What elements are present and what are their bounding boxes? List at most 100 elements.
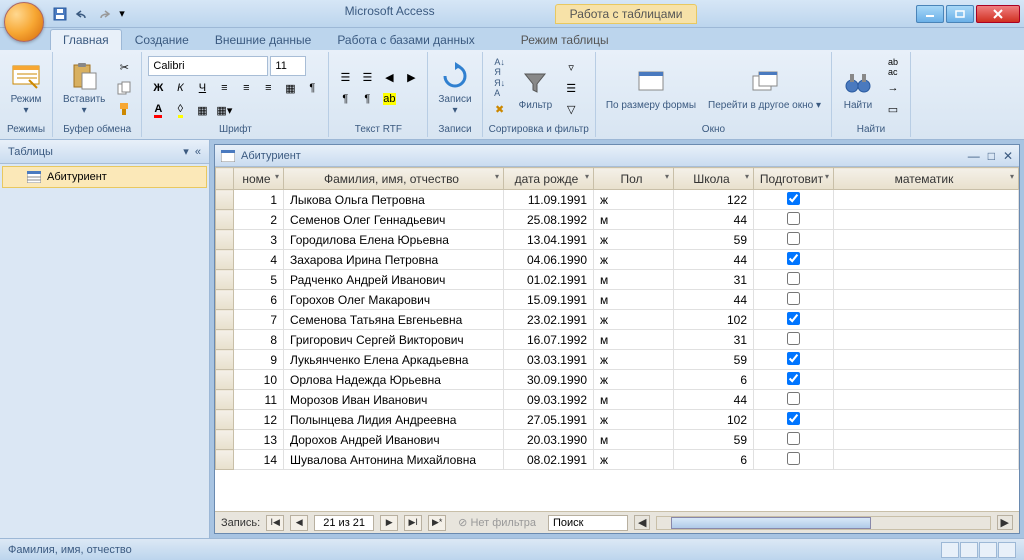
column-header[interactable]: Пол▾ — [594, 168, 674, 190]
table-row[interactable]: 14Шувалова Антонина Михайловна08.02.1991… — [216, 450, 1019, 470]
cell-school[interactable]: 122 — [674, 190, 754, 210]
datasheet-view-button[interactable] — [941, 542, 959, 558]
cell-school[interactable]: 102 — [674, 410, 754, 430]
align-left-icon[interactable]: ≡ — [214, 78, 234, 98]
prep-checkbox[interactable] — [787, 372, 800, 385]
sort-desc-icon[interactable]: Я↓А — [489, 78, 511, 98]
cell-id[interactable]: 2 — [234, 210, 284, 230]
selection-filter-icon[interactable]: ▿ — [560, 57, 582, 77]
font-name-select[interactable] — [148, 56, 268, 76]
cell-fio[interactable]: Городилова Елена Юрьевна — [284, 230, 504, 250]
search-input[interactable] — [548, 515, 628, 531]
row-selector[interactable] — [216, 410, 234, 430]
cell-prep[interactable] — [754, 370, 834, 390]
clear-sort-icon[interactable]: ✖ — [489, 99, 511, 119]
toggle-filter-icon[interactable]: ▽ — [560, 99, 582, 119]
prep-checkbox[interactable] — [787, 252, 800, 265]
table-row[interactable]: 5Радченко Андрей Иванович01.02.1991м31 — [216, 270, 1019, 290]
cell-prep[interactable] — [754, 190, 834, 210]
table-row[interactable]: 6Горохов Олег Макарович15.09.1991м44 — [216, 290, 1019, 310]
select-all-cell[interactable] — [216, 168, 234, 190]
nav-item-abiturient[interactable]: Абитуриент — [2, 166, 207, 188]
row-selector[interactable] — [216, 230, 234, 250]
align-right-icon[interactable]: ≡ — [258, 78, 278, 98]
numbering-icon[interactable]: ☰ — [357, 68, 377, 88]
sort-asc-icon[interactable]: А↓Я — [489, 57, 511, 77]
cell-dob[interactable]: 16.07.1992 — [504, 330, 594, 350]
cell-school[interactable]: 44 — [674, 210, 754, 230]
pivot-chart-view-button[interactable] — [979, 542, 997, 558]
prep-checkbox[interactable] — [787, 192, 800, 205]
cell-prep[interactable] — [754, 330, 834, 350]
gridlines-icon[interactable]: ▦ — [280, 78, 300, 98]
cell-prep[interactable] — [754, 430, 834, 450]
font-color-icon[interactable]: A — [148, 100, 168, 120]
cell-sex[interactable]: м — [594, 290, 674, 310]
indent-dec-icon[interactable]: ◀ — [379, 68, 399, 88]
cell-sex[interactable]: ж — [594, 370, 674, 390]
cell-fio[interactable]: Лыкова Ольга Петровна — [284, 190, 504, 210]
cell-dob[interactable]: 01.02.1991 — [504, 270, 594, 290]
cell-math[interactable] — [834, 250, 1019, 270]
row-selector[interactable] — [216, 430, 234, 450]
cell-id[interactable]: 13 — [234, 430, 284, 450]
redo-icon[interactable] — [94, 4, 114, 24]
prep-checkbox[interactable] — [787, 392, 800, 405]
cut-icon[interactable]: ✂ — [113, 57, 135, 77]
table-row[interactable]: 7Семенова Татьяна Евгеньевна23.02.1991ж1… — [216, 310, 1019, 330]
table-row[interactable]: 2Семенов Олег Геннадьевич25.08.1992м44 — [216, 210, 1019, 230]
cell-fio[interactable]: Полынцева Лидия Андреевна — [284, 410, 504, 430]
tab-datasheet[interactable]: Режим таблицы — [508, 29, 622, 50]
row-selector[interactable] — [216, 210, 234, 230]
cell-math[interactable] — [834, 210, 1019, 230]
table-row[interactable]: 13Дорохов Андрей Иванович20.03.1990м59 — [216, 430, 1019, 450]
cell-dob[interactable]: 27.05.1991 — [504, 410, 594, 430]
close-button[interactable] — [976, 5, 1020, 23]
replace-icon[interactable]: abac — [882, 57, 904, 77]
paste-button[interactable]: Вставить▾ — [59, 58, 109, 118]
prep-checkbox[interactable] — [787, 452, 800, 465]
cell-fio[interactable]: Захарова Ирина Петровна — [284, 250, 504, 270]
cell-id[interactable]: 12 — [234, 410, 284, 430]
cell-id[interactable]: 1 — [234, 190, 284, 210]
cell-school[interactable]: 59 — [674, 230, 754, 250]
row-selector[interactable] — [216, 310, 234, 330]
row-selector[interactable] — [216, 350, 234, 370]
cell-fio[interactable]: Дорохов Андрей Иванович — [284, 430, 504, 450]
fit-form-button[interactable]: По размеру формы — [602, 64, 700, 113]
view-button[interactable]: Режим▾ — [6, 58, 46, 118]
cell-prep[interactable] — [754, 310, 834, 330]
table-row[interactable]: 12Полынцева Лидия Андреевна27.05.1991ж10… — [216, 410, 1019, 430]
tab-home[interactable]: Главная — [50, 29, 122, 50]
office-button[interactable] — [4, 2, 44, 42]
cell-fio[interactable]: Лукьянченко Елена Аркадьевна — [284, 350, 504, 370]
horizontal-scrollbar[interactable] — [656, 516, 990, 530]
cell-sex[interactable]: ж — [594, 250, 674, 270]
cell-id[interactable]: 14 — [234, 450, 284, 470]
cell-id[interactable]: 5 — [234, 270, 284, 290]
cell-school[interactable]: 6 — [674, 370, 754, 390]
cell-fio[interactable]: Радченко Андрей Иванович — [284, 270, 504, 290]
row-selector[interactable] — [216, 330, 234, 350]
prep-checkbox[interactable] — [787, 292, 800, 305]
row-selector[interactable] — [216, 250, 234, 270]
cell-id[interactable]: 3 — [234, 230, 284, 250]
italic-button[interactable]: К — [170, 78, 190, 98]
cell-dob[interactable]: 30.09.1990 — [504, 370, 594, 390]
cell-dob[interactable]: 09.03.1992 — [504, 390, 594, 410]
cell-prep[interactable] — [754, 270, 834, 290]
column-header[interactable]: математик▾ — [834, 168, 1019, 190]
cell-school[interactable]: 6 — [674, 450, 754, 470]
indent-inc-icon[interactable]: ▶ — [401, 68, 421, 88]
row-selector[interactable] — [216, 450, 234, 470]
last-record-button[interactable]: ▶I — [404, 515, 422, 531]
tab-database[interactable]: Работа с базами данных — [324, 29, 487, 50]
row-selector[interactable] — [216, 190, 234, 210]
row-selector[interactable] — [216, 290, 234, 310]
datasheet-grid[interactable]: номе▾Фамилия, имя, отчество▾дата рожде▾П… — [215, 167, 1019, 511]
qat-dropdown-icon[interactable]: ▾ — [116, 4, 128, 24]
cell-sex[interactable]: ж — [594, 230, 674, 250]
cell-math[interactable] — [834, 270, 1019, 290]
advanced-filter-icon[interactable]: ☰ — [560, 78, 582, 98]
cell-prep[interactable] — [754, 290, 834, 310]
